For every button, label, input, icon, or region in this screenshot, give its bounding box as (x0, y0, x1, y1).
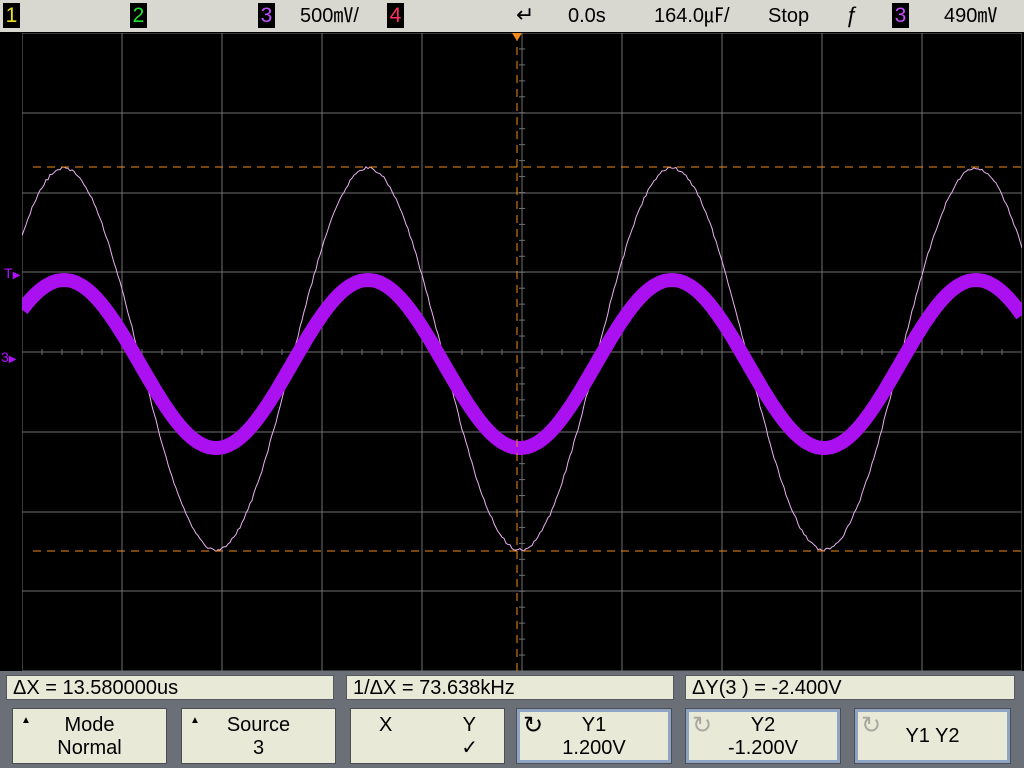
time-scale: 164.0㎌/ (654, 4, 730, 28)
trigger-level-marker[interactable]: T▶ (4, 265, 20, 281)
left-margin: T▶ 3▶ (0, 33, 22, 671)
mode-softkey[interactable]: ▲ Mode Normal (12, 708, 167, 764)
source-softkey[interactable]: ▲ Source 3 (181, 708, 336, 764)
y1-softkey[interactable]: ↻ Y1 1.200V (516, 708, 672, 764)
source-value: 3 (182, 737, 335, 759)
trigger-level: 490㎷ (944, 4, 997, 28)
x-label: X (379, 714, 392, 736)
y2-softkey[interactable]: ↻ Y2 -1.200V (685, 708, 841, 764)
delta-x-readout: ΔX = 13.580000us (6, 675, 334, 700)
channel-4-indicator[interactable]: 4 (387, 3, 404, 28)
inverse-delta-x-readout: 1/ΔX = 73.638kHz (346, 675, 674, 700)
y-selected-checkmark-icon: ✓ (461, 737, 478, 759)
y-label: Y (463, 714, 476, 736)
waveform-display[interactable] (22, 33, 1022, 671)
channel-3-ground-marker[interactable]: 3▶ (1, 349, 17, 365)
channel-3-indicator[interactable]: 3 (258, 3, 275, 28)
rising-edge-trigger-icon: ƒ (845, 2, 857, 28)
channel-1-indicator[interactable]: 1 (3, 3, 20, 28)
source-label: Source (182, 714, 335, 736)
y1-value: 1.200V (517, 737, 671, 759)
y1-label: Y1 (517, 714, 671, 736)
y2-label: Y2 (686, 714, 840, 736)
mode-label: Mode (13, 714, 166, 736)
status-bar: 1 2 3 500㎷/ 4 ↵ 0.0s 164.0㎌/ Stop ƒ 3 49… (0, 0, 1024, 32)
run-state: Stop (768, 4, 809, 28)
delta-y-readout: ΔY(3 ) = -2.400V (685, 675, 1015, 700)
mode-value: Normal (13, 737, 166, 759)
delay-reference-icon: ↵ (516, 2, 534, 28)
trigger-source-indicator[interactable]: 3 (892, 3, 909, 28)
channel-2-indicator[interactable]: 2 (130, 3, 147, 28)
trigger-level-marker-label: T (4, 265, 13, 281)
time-offset: 0.0s (568, 4, 606, 28)
y2-value: -1.200V (686, 737, 840, 759)
channel-3-scale: 500㎷/ (300, 4, 359, 28)
xy-softkey[interactable]: X Y ✓ (350, 708, 505, 764)
softkey-panel: ΔX = 13.580000us 1/ΔX = 73.638kHz ΔY(3 )… (0, 671, 1024, 768)
y1-y2-label: Y1 Y2 (855, 725, 1010, 747)
y1-y2-softkey[interactable]: ↻ Y1 Y2 (854, 708, 1011, 764)
channel-3-ground-label: 3 (1, 349, 9, 365)
